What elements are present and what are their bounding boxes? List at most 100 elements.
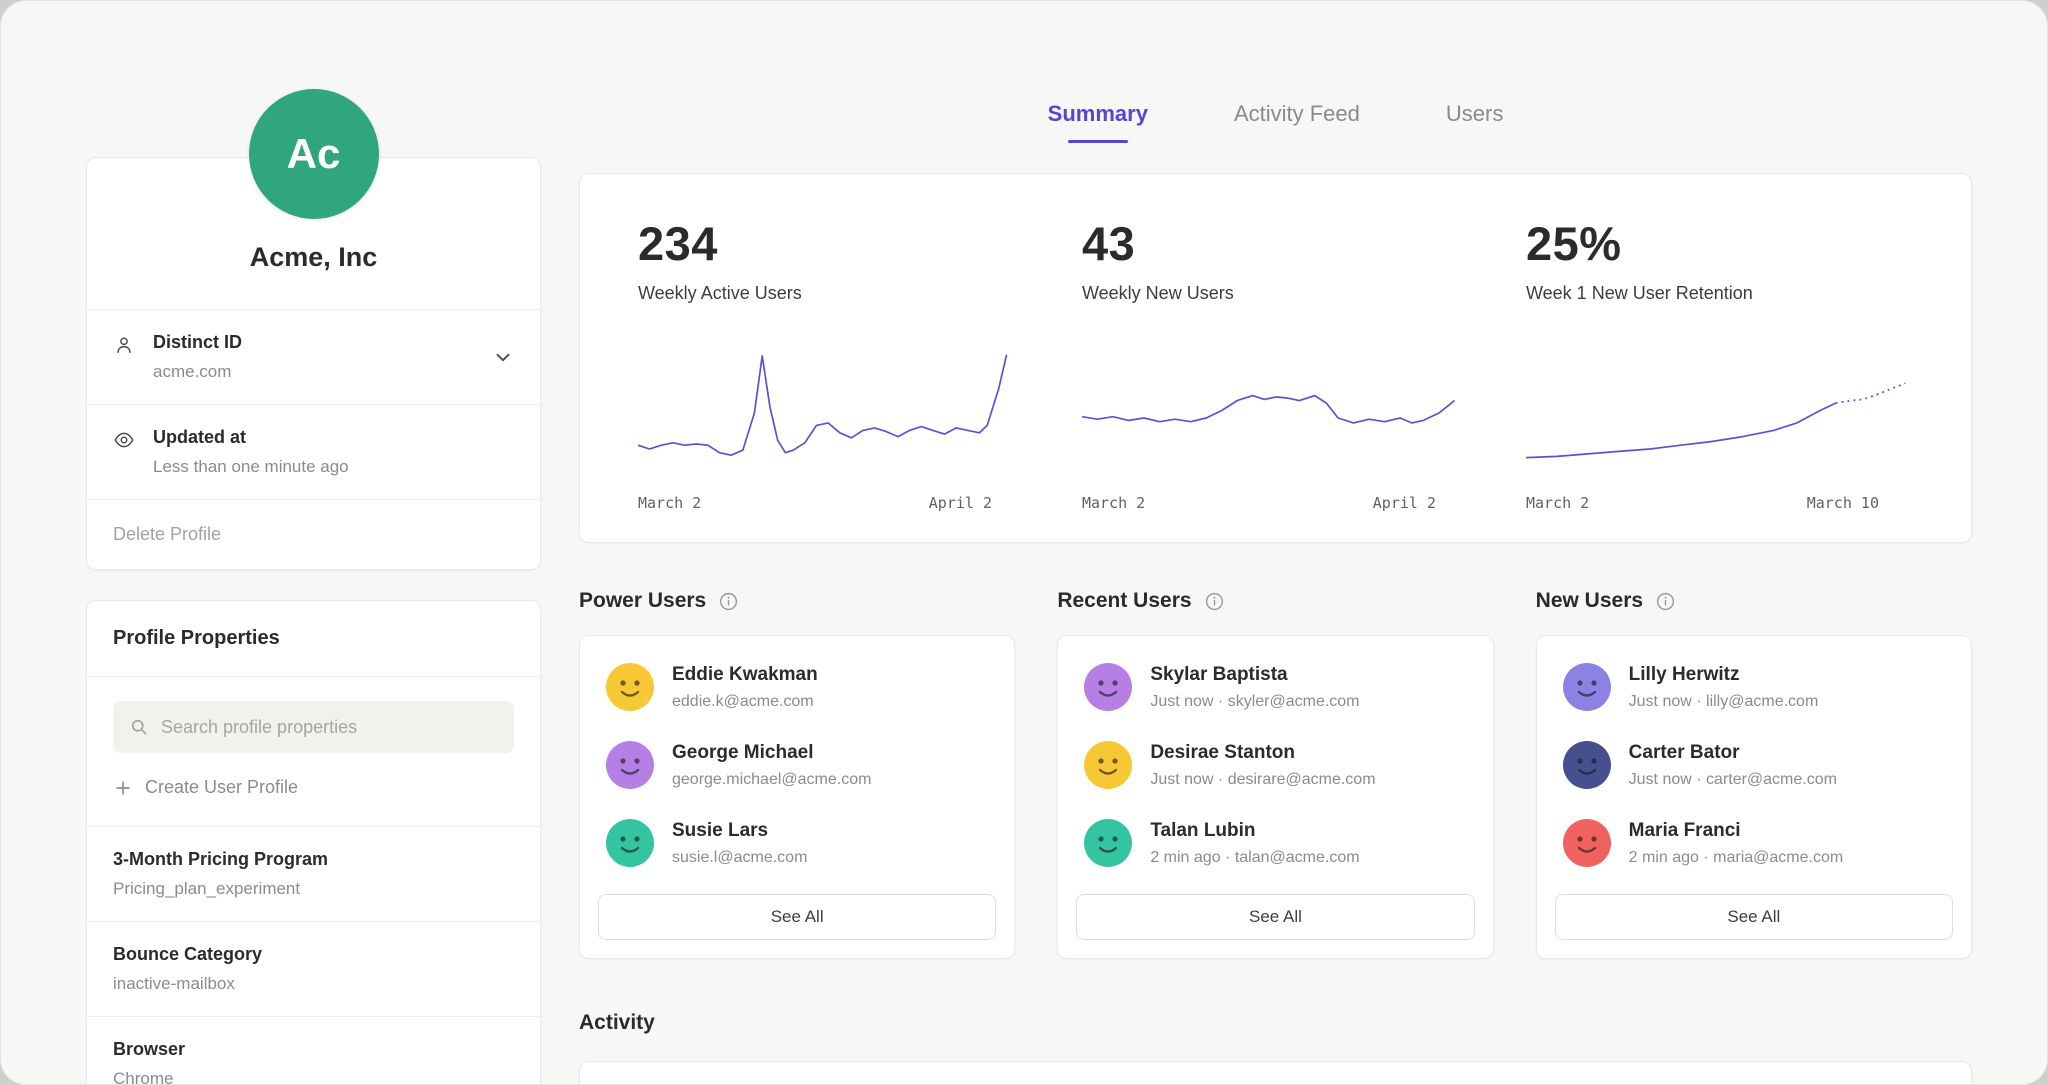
info-icon[interactable] — [1204, 591, 1225, 612]
user-name: Susie Lars — [672, 820, 807, 842]
tab-bar: Summary Activity Feed Users — [579, 101, 1972, 143]
user-meta: Just now · lilly@acme.com — [1629, 693, 1819, 711]
distinct-id-row: Distinct ID acme.com — [87, 309, 540, 404]
recent-users-header: Recent Users — [1057, 589, 1493, 613]
profile-properties-search — [113, 701, 514, 753]
user-name: George Michael — [672, 742, 871, 764]
tab-activity-feed[interactable]: Activity Feed — [1234, 101, 1360, 143]
user-info: Skylar Baptista Just now · skyler@acme.c… — [1150, 664, 1359, 711]
app-frame: Ac Acme, Inc Distinct ID acme.com — [0, 0, 2048, 1085]
property-label: Bounce Category — [113, 944, 514, 965]
user-name: Carter Bator — [1629, 742, 1837, 764]
profile-properties-card: Profile Properties Create User Profile 3… — [86, 600, 541, 1085]
user-meta: Just now · desirare@acme.com — [1150, 771, 1375, 789]
list-item[interactable]: Susie Lars susie.l@acme.com — [580, 804, 1014, 882]
new-users-title: New Users — [1536, 589, 1643, 613]
axis-label-start: March 2 — [638, 494, 701, 512]
user-name: Lilly Herwitz — [1629, 664, 1819, 686]
user-info: Maria Franci 2 min ago · maria@acme.com — [1629, 820, 1844, 867]
user-info: Carter Bator Just now · carter@acme.com — [1629, 742, 1837, 789]
power-users-section: Power Users Eddie Kwakman eddi — [579, 589, 1015, 959]
user-avatar — [1084, 663, 1132, 711]
user-name: Maria Franci — [1629, 820, 1844, 842]
user-name: Desirae Stanton — [1150, 742, 1375, 764]
tab-summary[interactable]: Summary — [1048, 101, 1148, 143]
user-name: Talan Lubin — [1150, 820, 1359, 842]
see-all-button[interactable]: See All — [1555, 894, 1953, 940]
activity-stats-card: 234 240 3.4k — [579, 1061, 1972, 1085]
summary-stats-card: 234 Weekly Active Users March 2 April 2 … — [579, 173, 1972, 543]
metric-weekly-new-users: 43 Weekly New Users March 2 April 2 — [1054, 216, 1498, 512]
updated-at-label: Updated at — [153, 427, 514, 448]
power-users-title: Power Users — [579, 589, 706, 613]
distinct-id-value: acme.com — [153, 362, 476, 382]
see-all-button[interactable]: See All — [598, 894, 996, 940]
user-name: Eddie Kwakman — [672, 664, 818, 686]
info-icon[interactable] — [1655, 591, 1676, 612]
metric-weekly-active-users: 234 Weekly Active Users March 2 April 2 — [610, 216, 1054, 512]
user-meta: eddie.k@acme.com — [672, 693, 818, 711]
axis-label-end: March 10 — [1807, 494, 1879, 512]
metric-value: 25% — [1526, 216, 1913, 271]
user-info: George Michael george.michael@acme.com — [672, 742, 871, 789]
delete-profile-button[interactable]: Delete Profile — [87, 499, 540, 569]
list-item[interactable]: Talan Lubin 2 min ago · talan@acme.com — [1058, 804, 1492, 882]
user-avatar — [1563, 663, 1611, 711]
user-meta: Just now · skyler@acme.com — [1150, 693, 1359, 711]
user-avatar — [1563, 819, 1611, 867]
updated-at-row: Updated at Less than one minute ago — [87, 404, 540, 499]
info-icon[interactable] — [718, 591, 739, 612]
chart-axis: March 2 March 10 — [1526, 494, 1913, 512]
search-input[interactable] — [161, 717, 498, 738]
list-item[interactable]: George Michael george.michael@acme.com — [580, 726, 1014, 804]
user-avatar — [1084, 741, 1132, 789]
user-avatar — [606, 819, 654, 867]
list-item[interactable]: Carter Bator Just now · carter@acme.com — [1537, 726, 1971, 804]
user-avatar — [606, 741, 654, 789]
axis-label-start: March 2 — [1082, 494, 1145, 512]
list-item[interactable]: Lilly Herwitz Just now · lilly@acme.com — [1537, 648, 1971, 726]
list-item[interactable]: Desirae Stanton Just now · desirare@acme… — [1058, 726, 1492, 804]
property-row-pricing-program[interactable]: 3-Month Pricing Program Pricing_plan_exp… — [87, 826, 540, 921]
user-info: Talan Lubin 2 min ago · talan@acme.com — [1150, 820, 1359, 867]
user-meta: 2 min ago · maria@acme.com — [1629, 849, 1844, 867]
property-row-bounce-category[interactable]: Bounce Category inactive-mailbox — [87, 921, 540, 1016]
person-icon — [113, 332, 137, 356]
metric-label: Weekly Active Users — [638, 283, 1026, 304]
updated-at-main: Updated at Less than one minute ago — [153, 427, 514, 477]
power-users-card: Eddie Kwakman eddie.k@acme.com George Mi… — [579, 635, 1015, 959]
profile-properties-title: Profile Properties — [87, 601, 540, 677]
property-row-browser[interactable]: Browser Chrome — [87, 1016, 540, 1085]
user-lists: Power Users Eddie Kwakman eddi — [579, 589, 1972, 959]
user-avatar — [1563, 741, 1611, 789]
metric-value: 43 — [1082, 216, 1470, 271]
property-label: Browser — [113, 1039, 514, 1060]
create-user-profile-button[interactable]: Create User Profile — [87, 753, 540, 826]
chevron-down-icon[interactable] — [492, 332, 514, 373]
eye-icon — [113, 427, 137, 451]
axis-label-end: April 2 — [929, 494, 992, 512]
list-item[interactable]: Maria Franci 2 min ago · maria@acme.com — [1537, 804, 1971, 882]
see-all-button[interactable]: See All — [1076, 894, 1474, 940]
user-info: Lilly Herwitz Just now · lilly@acme.com — [1629, 664, 1819, 711]
metric-label: Week 1 New User Retention — [1526, 283, 1913, 304]
new-users-card: Lilly Herwitz Just now · lilly@acme.com … — [1536, 635, 1972, 959]
user-meta: susie.l@acme.com — [672, 849, 807, 867]
company-avatar: Ac — [249, 89, 379, 219]
property-value: Chrome — [113, 1069, 514, 1085]
chart-axis: March 2 April 2 — [1082, 494, 1470, 512]
new-users-section: New Users Lilly Herwitz Just n — [1536, 589, 1972, 959]
profile-sidebar: Ac Acme, Inc Distinct ID acme.com — [86, 1, 541, 1085]
search-icon — [129, 717, 149, 737]
axis-label-start: March 2 — [1526, 494, 1589, 512]
tab-users[interactable]: Users — [1446, 101, 1503, 143]
create-user-profile-label: Create User Profile — [145, 777, 298, 798]
sparkline-chart — [1526, 348, 1913, 478]
activity-section-title: Activity — [579, 1011, 1972, 1035]
user-avatar — [606, 663, 654, 711]
user-name: Skylar Baptista — [1150, 664, 1359, 686]
list-item[interactable]: Skylar Baptista Just now · skyler@acme.c… — [1058, 648, 1492, 726]
plus-icon — [113, 778, 133, 798]
property-value: Pricing_plan_experiment — [113, 879, 514, 899]
list-item[interactable]: Eddie Kwakman eddie.k@acme.com — [580, 648, 1014, 726]
